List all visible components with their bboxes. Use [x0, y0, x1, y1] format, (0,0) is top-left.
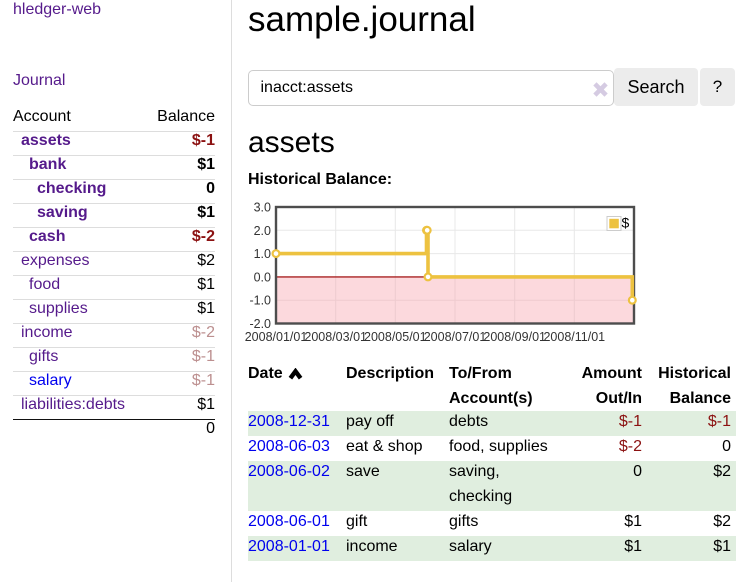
svg-text:-1.0: -1.0	[249, 294, 271, 308]
svg-text:2.0: 2.0	[254, 224, 271, 238]
svg-text:3.0: 3.0	[254, 201, 271, 215]
svg-text:0.0: 0.0	[254, 270, 271, 284]
svg-text:$: $	[622, 215, 630, 231]
svg-text:-2.0: -2.0	[249, 317, 271, 331]
svg-text:2008/05/01: 2008/05/01	[364, 330, 427, 344]
svg-text:2008/01/01: 2008/01/01	[245, 330, 308, 344]
svg-text:1.0: 1.0	[254, 247, 271, 261]
svg-text:2008/07/01: 2008/07/01	[424, 330, 487, 344]
svg-text:2008/03/01: 2008/03/01	[304, 330, 367, 344]
svg-text:2008/11/01: 2008/11/01	[543, 330, 605, 344]
svg-text:2008/09/01: 2008/09/01	[483, 330, 546, 344]
